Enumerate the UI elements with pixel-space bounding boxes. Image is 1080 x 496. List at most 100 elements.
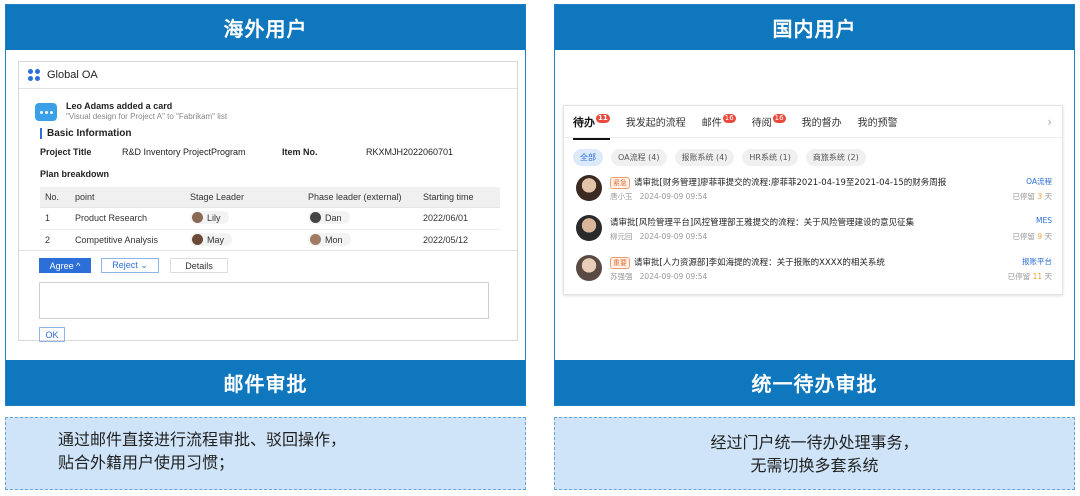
cell-no: 2 [40, 229, 70, 252]
ok-button[interactable]: OK [39, 327, 65, 342]
table-row: 2 Competitive Analysis May Mon 2022/05/1… [40, 229, 500, 252]
todo-system: 报账平台 [1022, 257, 1052, 266]
todo-title: 请审批[风险管理平台]风控管理部王雅提交的流程：关于风险管理建设的意见征集 [610, 218, 915, 228]
col-header: Phase leader (external) [303, 187, 418, 208]
avatar [192, 234, 203, 245]
table-row: 1 Product Research Lily Dan 2022/06/01 [40, 207, 500, 230]
todo-system: MES [1036, 216, 1052, 225]
todo-time: 2024-09-09 09:54 [639, 232, 708, 241]
card-notification: Leo Adams added a card "Visual design fo… [35, 101, 517, 122]
chip-all[interactable]: 全部 [573, 149, 603, 166]
details-button[interactable]: Details [170, 258, 228, 273]
todo-person: 柳元回 [610, 232, 633, 241]
avatar [576, 215, 602, 241]
reject-button[interactable]: Reject ⌄ [101, 258, 159, 273]
domestic-panel: 国内用户 待办 11 我发起的流程 邮件 16 待阅 16 我的督办 我的预警 › 全… [554, 4, 1075, 406]
tab-mail[interactable]: 邮件 16 [702, 114, 736, 129]
todo-widget: 待办 11 我发起的流程 邮件 16 待阅 16 我的督办 我的预警 › 全部 OA流… [563, 105, 1063, 295]
action-area: Agree ^ Reject ⌄ Details OK [19, 250, 517, 342]
chip-hr[interactable]: HR系统 (1) [742, 149, 798, 166]
todo-item[interactable]: 请审批[风险管理平台]风控管理部王雅提交的流程：关于风险管理建设的意见征集 柳元… [564, 212, 1062, 249]
overseas-panel: 海外用户 Global OA Leo Adams added a card "V… [5, 4, 526, 406]
desc-line: 贴合外籍用户使用习惯； [58, 453, 235, 472]
col-header: Starting time [418, 187, 500, 208]
important-tag: 重要 [610, 257, 630, 269]
avatar [576, 255, 602, 281]
app-name: Global OA [47, 69, 98, 81]
chip-travel[interactable]: 商旅系统 (2) [805, 149, 866, 166]
col-header: Stage Leader [185, 187, 303, 208]
project-title-value: R&D Inventory ProjectProgram [122, 147, 246, 157]
todo-time: 2024-09-09 09:54 [639, 272, 708, 281]
cell-point: Product Research [70, 207, 185, 230]
chat-icon [35, 103, 57, 121]
domestic-header: 国内用户 [555, 5, 1074, 50]
cell-point: Competitive Analysis [70, 229, 185, 252]
stage-leader-chip: Lily [190, 211, 229, 224]
phase-leader-name: Mon [325, 234, 343, 245]
plan-table: No. point Stage Leader Phase leader (ext… [40, 187, 500, 252]
item-no-value: RKXMJH2022060701 [366, 147, 454, 157]
agree-button[interactable]: Agree ^ [39, 258, 91, 273]
count-badge: 11 [596, 113, 610, 123]
tab-initiated[interactable]: 我发起的流程 [626, 114, 686, 129]
todo-tabs: 待办 11 我发起的流程 邮件 16 待阅 16 我的督办 我的预警 › [564, 106, 1062, 140]
domestic-footer: 统一待办审批 [555, 360, 1074, 405]
todo-item[interactable]: 紧急 请审批[财务管理]廖菲菲提交的流程:廖菲菲2021-04-19至2021-0… [564, 172, 1062, 209]
desc-line: 通过邮件直接进行流程审批、驳回操作， [58, 430, 347, 449]
chevron-right-icon[interactable]: › [1047, 115, 1052, 129]
cell-start: 2022/05/12 [418, 229, 500, 252]
avatar [576, 175, 602, 201]
tab-alerts[interactable]: 我的预警 [858, 114, 898, 129]
cell-no: 1 [40, 207, 70, 230]
tab-toread[interactable]: 待阅 16 [752, 114, 786, 129]
overseas-description: 通过邮件直接进行流程审批、驳回操作， 贴合外籍用户使用习惯； [5, 417, 526, 490]
chip-expense[interactable]: 报账系统 (4) [674, 149, 735, 166]
col-header: No. [40, 187, 70, 208]
col-header: point [70, 187, 185, 208]
project-info: Project Title R&D Inventory ProjectProgr… [40, 147, 517, 157]
section-title: Basic Information [40, 128, 517, 139]
project-title-label: Project Title [40, 147, 92, 157]
domestic-description: 经过门户统一待办处理事务， 无需切换多套系统 [554, 417, 1075, 490]
urgent-tag: 紧急 [610, 177, 630, 189]
email-card: Global OA Leo Adams added a card "Visual… [18, 61, 518, 342]
tab-todo[interactable]: 待办 11 [573, 113, 610, 140]
todo-title: 请审批[财务管理]廖菲菲提交的流程:廖菲菲2021-04-19至2021-04-… [634, 178, 947, 188]
stage-leader-name: Lily [207, 212, 221, 223]
phase-leader-chip: Dan [308, 211, 350, 224]
phase-leader-chip: Mon [308, 233, 351, 246]
desc-line: 经过门户统一待办处理事务， [710, 432, 919, 452]
global-oa-logo-icon [28, 68, 41, 82]
count-badge: 16 [772, 114, 786, 123]
cell-start: 2022/06/01 [418, 207, 500, 230]
todo-stay: 已停留 11 天 [1007, 272, 1052, 281]
todo-item[interactable]: 重要 请审批[人力资源部]李如海提的流程：关于报账的XXXX的相关系统 苏强强 2… [564, 252, 1062, 289]
chip-oa[interactable]: OA流程 (4) [611, 149, 667, 166]
todo-title: 请审批[人力资源部]李如海提的流程：关于报账的XXXX的相关系统 [634, 258, 885, 268]
comment-input[interactable] [39, 282, 489, 319]
card-subtitle: "Visual design for Project A" to "Fabrik… [66, 112, 228, 121]
overseas-footer: 邮件审批 [6, 360, 525, 405]
item-no-label: Item No. [282, 147, 318, 157]
count-badge: 16 [722, 114, 736, 123]
desc-line: 无需切换多套系统 [750, 455, 879, 475]
stage-leader-chip: May [190, 233, 233, 246]
mail-header: Global OA [19, 62, 517, 89]
todo-stay: 已停留 9 天 [1012, 232, 1052, 241]
todo-person: 唐小玉 [610, 192, 633, 201]
filter-chips: 全部 OA流程 (4) 报账系统 (4) HR系统 (1) 商旅系统 (2) [564, 138, 1062, 166]
phase-leader-name: Dan [325, 212, 342, 223]
avatar [310, 234, 321, 245]
avatar [192, 212, 203, 223]
avatar [310, 212, 321, 223]
todo-system: OA流程 [1026, 177, 1052, 186]
todo-stay: 已停留 3 天 [1012, 192, 1052, 201]
stage-leader-name: May [207, 234, 225, 245]
todo-person: 苏强强 [610, 272, 633, 281]
todo-time: 2024-09-09 09:54 [639, 192, 708, 201]
tab-supervise[interactable]: 我的督办 [802, 114, 842, 129]
card-title: Leo Adams added a card [66, 101, 173, 111]
overseas-header: 海外用户 [6, 5, 525, 50]
plan-label: Plan breakdown [40, 169, 110, 179]
